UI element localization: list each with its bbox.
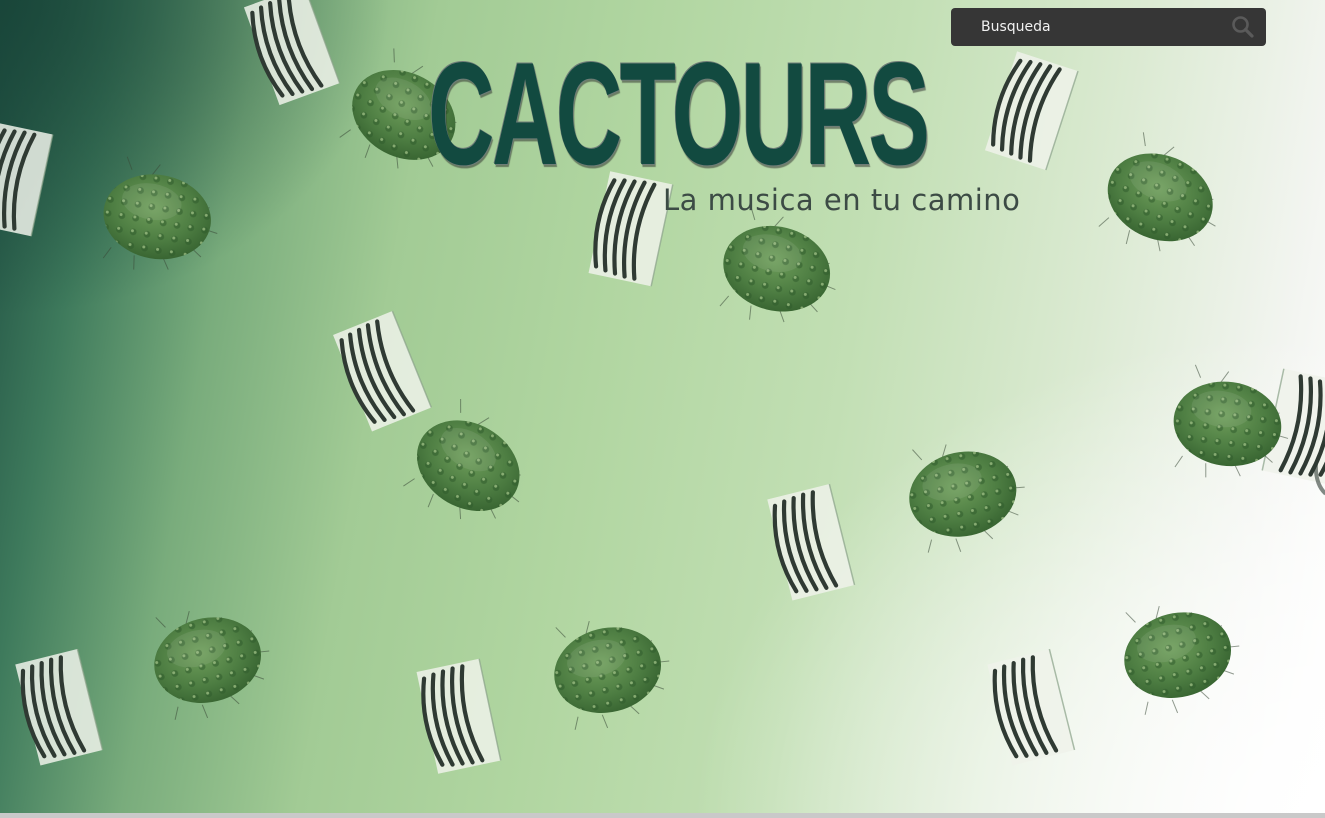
search-icon[interactable] — [1230, 14, 1256, 40]
bottom-edge — [0, 813, 1325, 818]
search-bar[interactable] — [951, 8, 1266, 46]
search-input[interactable] — [971, 8, 1211, 46]
hero-background: CACTOURS La musica en tu camino — [0, 0, 1325, 813]
brand-tagline: La musica en tu camino — [663, 183, 1021, 217]
brand-title: CACTOURS — [428, 32, 930, 195]
